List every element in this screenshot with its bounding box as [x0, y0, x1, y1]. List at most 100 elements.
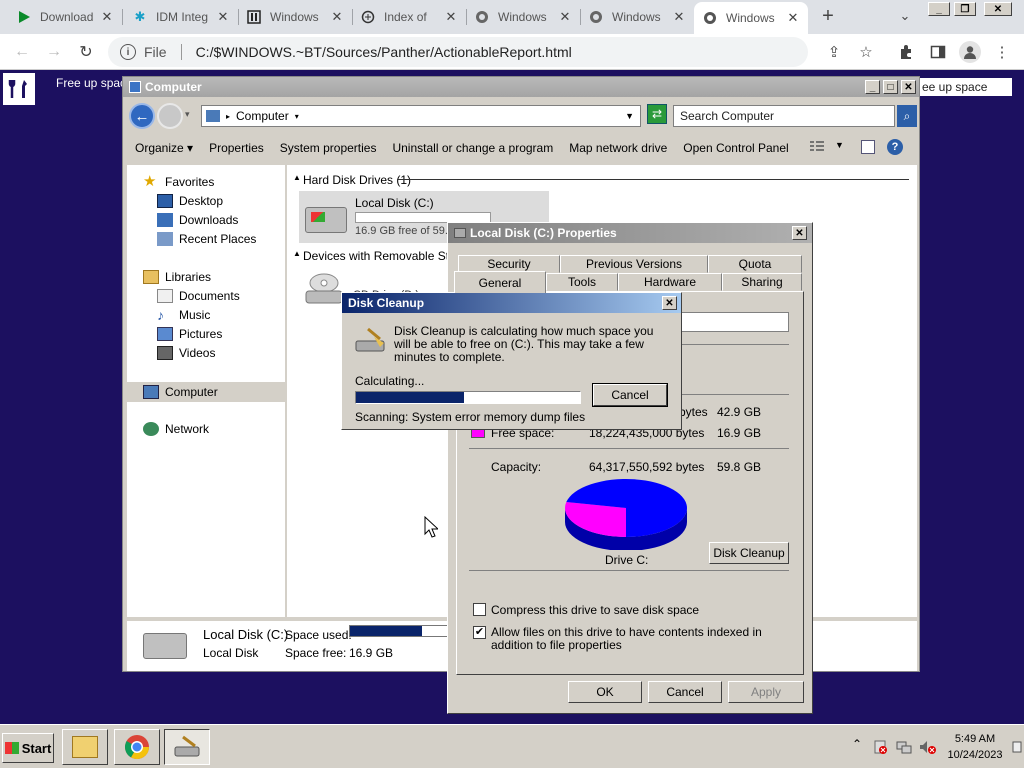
organize-button[interactable]: Organize ▾ — [135, 141, 193, 155]
forward-icon[interactable]: → — [44, 42, 64, 62]
notification-icon[interactable] — [1012, 741, 1022, 753]
close-tab-icon[interactable]: ✕ — [100, 9, 114, 25]
tab-tools[interactable]: Tools — [546, 273, 618, 291]
compress-checkbox[interactable] — [473, 603, 486, 616]
tab-windows-3[interactable]: Windows ✕ — [580, 0, 694, 34]
windows-logo-icon — [4, 742, 19, 754]
nav-computer[interactable]: Computer — [127, 382, 285, 402]
nav-network[interactable]: Network — [143, 420, 301, 438]
reload-icon[interactable]: ↻ — [76, 42, 96, 62]
ok-button[interactable]: OK — [568, 681, 642, 703]
apply-button[interactable]: Apply — [728, 681, 804, 703]
history-chevron-icon[interactable]: ▾ — [185, 109, 190, 120]
start-button[interactable]: Start — [2, 733, 54, 763]
nav-libraries[interactable]: Libraries — [143, 268, 301, 286]
url-text[interactable]: C:/$WINDOWS.~BT/Sources/Panther/Actionab… — [196, 44, 572, 60]
uninstall-program-button[interactable]: Uninstall or change a program — [392, 141, 553, 155]
extensions-icon[interactable] — [897, 43, 915, 61]
close-icon[interactable]: ✕ — [662, 296, 677, 310]
breadcrumb-computer[interactable]: Computer — [236, 109, 289, 123]
breadcrumb[interactable]: ▸ Computer ▾ ▼ — [201, 105, 641, 127]
properties-titlebar[interactable]: Local Disk (C:) Properties — [448, 223, 812, 243]
network-icon — [143, 422, 159, 436]
minimize-icon[interactable]: _ — [928, 2, 950, 16]
taskbar-disk-cleanup[interactable] — [164, 729, 210, 765]
group-removable-storage[interactable]: Devices with Removable Stora — [303, 249, 451, 263]
taskbar-explorer[interactable] — [62, 729, 108, 765]
chevron-down-icon[interactable]: ▾ — [295, 112, 299, 121]
index-checkbox[interactable]: ✔ — [473, 626, 486, 639]
properties-button[interactable]: Properties — [209, 141, 264, 155]
tab-sharing[interactable]: Sharing — [722, 273, 802, 291]
close-window-icon[interactable]: ✕ — [984, 2, 1012, 16]
view-dropdown-icon[interactable]: ▼ — [835, 140, 844, 150]
open-control-panel-button[interactable]: Open Control Panel — [683, 141, 788, 155]
forward-icon[interactable] — [157, 103, 183, 129]
maximize-icon[interactable]: □ — [883, 80, 898, 94]
system-properties-button[interactable]: System properties — [280, 141, 377, 155]
collapse-icon[interactable]: ▲ — [293, 173, 301, 182]
close-icon[interactable]: ✕ — [901, 80, 916, 94]
view-options-icon[interactable] — [809, 140, 825, 154]
cancel-button[interactable]: Cancel — [592, 383, 668, 407]
disk-cleanup-titlebar[interactable]: Disk Cleanup — [342, 293, 681, 313]
menu-dots-icon[interactable]: ⋮ — [993, 43, 1011, 61]
close-tab-icon[interactable]: ✕ — [558, 9, 572, 25]
cancel-button[interactable]: Cancel — [648, 681, 722, 703]
pictures-icon — [157, 327, 173, 341]
tab-windows-1[interactable]: Windows ✕ — [238, 0, 352, 34]
close-icon[interactable]: ✕ — [792, 226, 807, 240]
address-dropdown-icon[interactable]: ▼ — [625, 111, 634, 121]
details-drive-type: Local Disk — [203, 646, 259, 660]
action-center-icon[interactable] — [872, 739, 888, 755]
share-icon[interactable]: ⇪ — [825, 43, 843, 61]
close-tab-icon[interactable]: ✕ — [216, 9, 230, 25]
tab-general[interactable]: General — [454, 271, 546, 293]
tab-quota[interactable]: Quota — [708, 255, 802, 273]
nav-favorites[interactable]: ★ Favorites — [143, 173, 301, 191]
info-icon[interactable]: i — [120, 44, 136, 60]
tab-download[interactable]: Download ✕ — [8, 0, 122, 34]
tab-windows-2[interactable]: Windows ✕ — [466, 0, 580, 34]
preview-pane-icon[interactable] — [861, 140, 875, 154]
tab-previous-versions[interactable]: Previous Versions — [560, 255, 708, 273]
refresh-icon[interactable]: ⇄ — [647, 104, 667, 124]
group-hard-disk-drives[interactable]: Hard Disk Drives (1) — [303, 173, 411, 187]
minimize-icon[interactable]: _ — [865, 80, 880, 94]
taskbar-chrome[interactable] — [114, 729, 160, 765]
disk-cleanup-button[interactable]: Disk Cleanup — [709, 542, 789, 564]
close-tab-icon[interactable]: ✕ — [444, 9, 458, 25]
bookmark-star-icon[interactable]: ☆ — [857, 43, 875, 61]
collapse-icon[interactable]: ▲ — [293, 249, 301, 258]
help-icon[interactable]: ? — [887, 139, 903, 155]
profile-avatar-icon[interactable] — [959, 41, 981, 63]
cd-drive-icon[interactable] — [303, 271, 345, 307]
close-tab-icon[interactable]: ✕ — [786, 10, 800, 26]
tab-idm[interactable]: ✱ IDM Integ ✕ — [124, 0, 238, 34]
tab-hardware[interactable]: Hardware — [618, 273, 722, 291]
close-tab-icon[interactable]: ✕ — [330, 9, 344, 25]
tab-index[interactable]: Index of ✕ — [352, 0, 466, 34]
tab-search-chevron-icon[interactable]: ⌄ — [896, 8, 914, 26]
tab-windows-active[interactable]: Windows ✕ — [694, 2, 808, 34]
close-tab-icon[interactable]: ✕ — [672, 9, 686, 25]
map-network-drive-button[interactable]: Map network drive — [569, 141, 667, 155]
explorer-nav-row: ← ▾ ▸ Computer ▾ ▼ ⇄ Search Computer ⌕ — [127, 101, 917, 131]
back-icon[interactable]: ← — [12, 42, 32, 62]
explorer-titlebar[interactable]: Computer — [123, 77, 919, 97]
scheme-label: File — [144, 44, 167, 60]
omnibox[interactable]: i File C:/$WINDOWS.~BT/Sources/Panther/A… — [108, 37, 808, 67]
side-panel-icon[interactable] — [929, 43, 947, 61]
back-icon[interactable]: ← — [129, 103, 155, 129]
nav-label: Videos — [179, 346, 216, 360]
volume-muted-icon[interactable] — [918, 739, 938, 755]
search-input[interactable]: Search Computer — [673, 105, 895, 127]
show-hidden-icons-icon[interactable]: ⌃ — [852, 737, 862, 751]
clock-time[interactable]: 5:49 AM — [944, 733, 1006, 745]
search-icon[interactable]: ⌕ — [897, 105, 917, 127]
clock-date[interactable]: 10/24/2023 — [944, 749, 1006, 761]
free-up-space-button[interactable]: ee up space — [918, 78, 1012, 96]
new-tab-icon[interactable]: + — [818, 6, 838, 26]
restore-icon[interactable]: ❐ — [954, 2, 976, 16]
network-status-icon[interactable] — [896, 739, 912, 755]
